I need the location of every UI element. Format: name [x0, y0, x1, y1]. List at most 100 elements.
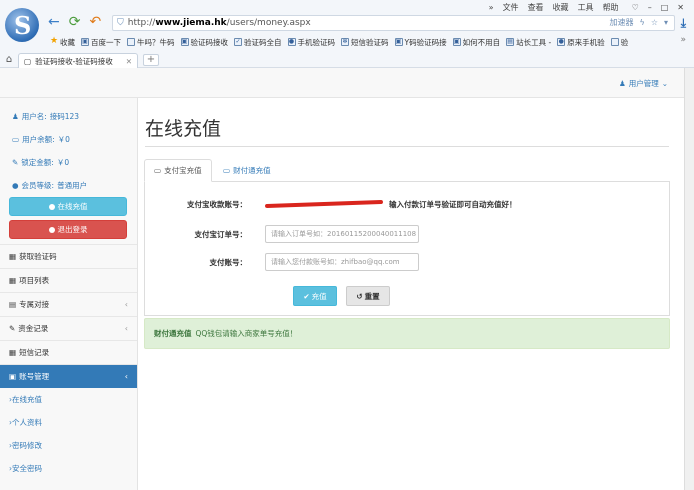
payment-tabs: ▭ 支付宝充值 ▭ 财付通充值: [144, 159, 670, 182]
sidebar-item-label: 资金记录: [18, 324, 49, 333]
submenu-profile[interactable]: ›个人资料: [0, 411, 137, 434]
menu-more[interactable]: »: [489, 3, 494, 12]
page-title: 在线充值: [145, 118, 222, 140]
logout-button[interactable]: 退出登录: [9, 220, 127, 239]
butterfly-icon: ✻: [341, 38, 349, 46]
bookmark-item[interactable]: 验: [610, 37, 629, 48]
shirt-icon[interactable]: ♡: [632, 3, 639, 12]
dropdown-icon[interactable]: ▾: [664, 18, 668, 27]
submenu-password[interactable]: ›密码修改: [0, 434, 137, 457]
chevron-left-icon: ‹: [124, 372, 128, 381]
submenu-recharge[interactable]: ›在线充值: [0, 388, 137, 411]
recharge-submit-button[interactable]: ✔ 充值: [293, 286, 337, 306]
menu-favorites[interactable]: 收藏: [553, 2, 569, 13]
url-host: www.jiema.hk: [155, 18, 227, 28]
page-icon: ▣: [180, 38, 189, 46]
bookmark-item[interactable]: ✓ 验证码全自: [234, 37, 282, 48]
sidebar-item-projects[interactable]: ▦ 项目列表: [0, 268, 137, 292]
tag-icon: ✎: [12, 158, 19, 167]
bookmark-label: 百度一下: [91, 37, 121, 47]
bookmark-label: 如何不用自: [462, 37, 501, 47]
sidebar-item-sms-log[interactable]: ▦ 短信记录: [0, 340, 137, 364]
star-icon[interactable]: ☆: [651, 18, 658, 27]
sidebar-item-funds[interactable]: ✎ 资金记录 ‹: [0, 316, 137, 340]
nav-buttons: ← ⟳ ↶: [48, 14, 101, 30]
chevron-left-icon: ‹: [124, 324, 128, 333]
order-number-input[interactable]: 请输入订单号如：20160115200040011108: [265, 225, 419, 243]
chart-icon: ▤: [506, 38, 515, 46]
tab-label: 支付宝充值: [164, 166, 202, 175]
tab-alipay[interactable]: ▭ 支付宝充值: [144, 159, 212, 182]
bookmark-label: 验证码接收: [190, 37, 229, 47]
bookmark-item[interactable]: ▣ Y码验证码接: [394, 37, 447, 48]
user-icon: ♟: [12, 112, 19, 121]
submenu-security-password[interactable]: ›安全密码: [0, 457, 137, 480]
menu-view[interactable]: 查看: [528, 2, 544, 13]
new-tab-button[interactable]: +: [143, 54, 159, 66]
bookmark-label: 验: [620, 37, 629, 47]
table-icon: ▦: [9, 348, 17, 357]
bookmark-item[interactable]: ✻ 短信验证码: [341, 37, 389, 48]
redacted-account: [264, 199, 384, 209]
menu-help[interactable]: 帮助: [603, 2, 619, 13]
reset-button[interactable]: ↺ 重置: [346, 286, 390, 306]
main-content: 在线充值 ▭ 支付宝充值 ▭ 财付通充值 支付宝收款账号： 输入付款订单号验证即…: [138, 98, 684, 490]
page-icon: ▣: [81, 38, 89, 46]
bookmark-label: 站长工具 -: [516, 37, 552, 47]
user-icon: ♟: [618, 79, 626, 88]
bookmark-label: 手机验证码: [297, 37, 336, 47]
bookmark-label: 验证码全自: [244, 37, 282, 47]
pay-account-input[interactable]: 请输入您付款账号如：zhifbao@qq.com: [265, 253, 419, 271]
recharge-button[interactable]: 在线充值: [9, 197, 127, 216]
page-topbar: ♟ 用户管理 ⌄: [0, 68, 684, 98]
page-icon: [127, 38, 135, 46]
receiver-note: 输入付款订单号验证即可自动充值好！: [389, 199, 517, 209]
tab-tenpay[interactable]: ▭ 财付通充值: [214, 159, 280, 182]
accelerator-label[interactable]: 加速器: [610, 17, 634, 28]
refresh-icon[interactable]: ⟳: [69, 14, 81, 30]
level-row: ● 会员等级: 普通用户: [12, 174, 137, 197]
sidebar-item-account[interactable]: ▣ 账号管理 ‹: [0, 364, 137, 388]
bookmark-item[interactable]: ▤ 站长工具 -: [506, 37, 551, 48]
minimize-icon[interactable]: –: [648, 3, 652, 12]
order-label: 支付宝订单号：: [194, 229, 248, 239]
alert-title: 财付通充值: [154, 329, 192, 338]
monitor-icon: ▭: [223, 166, 231, 175]
sidebar-item-dedicated[interactable]: ▤ 专属对接 ‹: [0, 292, 137, 316]
browser-tab[interactable]: ▢ 验证码接收-验证码接收 ✕: [18, 53, 138, 68]
menu-tools[interactable]: 工具: [578, 2, 594, 13]
table-icon: ▦: [9, 276, 17, 285]
sidebar-item-label: 短信记录: [19, 348, 50, 357]
sidebar-item-get-code[interactable]: ▦ 获取验证码: [0, 244, 137, 268]
table-icon: ▦: [9, 252, 17, 261]
bookmark-item[interactable]: ▣ 如何不用自: [452, 37, 501, 48]
balance-value: ￥0: [57, 135, 70, 144]
recharge-label: 在线充值: [57, 202, 88, 211]
home-icon[interactable]: ⌂: [0, 52, 18, 68]
bookmark-item[interactable]: ● 原来手机验: [557, 37, 605, 48]
user-menu-dropdown[interactable]: ♟ 用户管理 ⌄: [619, 78, 668, 89]
list-icon: ▤: [9, 300, 17, 309]
download-icon[interactable]: ⤓: [681, 16, 686, 31]
page-scrollbar[interactable]: [684, 68, 694, 490]
back-arrow-icon[interactable]: ←: [48, 14, 60, 30]
menu-file[interactable]: 文件: [503, 2, 519, 13]
bookmark-item[interactable]: ● 手机验证码: [287, 37, 336, 48]
monitor-icon: ▭: [154, 166, 162, 175]
address-bar[interactable]: ⛉ http:// www.jiema.hk /users/money.aspx…: [112, 15, 675, 31]
close-tab-icon[interactable]: ✕: [126, 57, 132, 66]
maximize-icon[interactable]: □: [661, 3, 669, 12]
card-icon: ▭: [12, 135, 20, 144]
lightning-icon[interactable]: ϟ: [640, 18, 645, 27]
bookmark-item[interactable]: ▣ 验证码接收: [180, 37, 229, 48]
bookmark-item[interactable]: 牛吗？牛码: [127, 37, 175, 48]
bookmarks-more-icon[interactable]: »: [680, 35, 686, 45]
page-icon: ▢: [24, 56, 32, 66]
leaf-icon: ●: [12, 181, 19, 190]
bookmark-item[interactable]: ★ 收藏: [50, 37, 75, 48]
sidebar-item-label: 专属对接: [19, 300, 50, 309]
close-window-icon[interactable]: ✕: [677, 3, 684, 12]
bookmark-label: 短信验证码: [351, 37, 389, 47]
bookmark-item[interactable]: ▣ 百度一下: [81, 37, 121, 48]
undo-icon[interactable]: ↶: [89, 14, 101, 30]
